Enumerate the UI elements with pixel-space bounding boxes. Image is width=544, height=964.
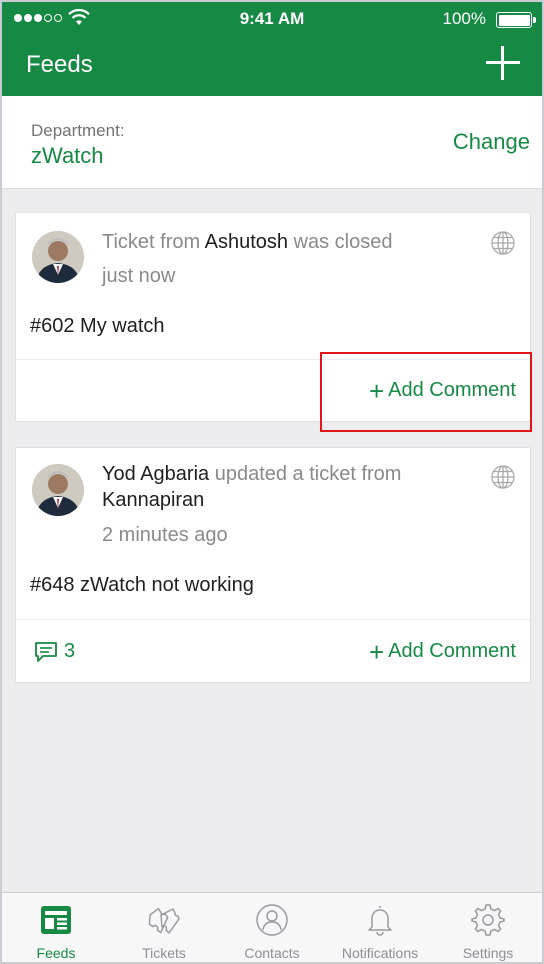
feed-target[interactable]: Kannapiran <box>102 489 204 511</box>
comment-count: 3 <box>64 640 76 662</box>
department-value: zWatch <box>31 143 104 168</box>
gear-icon <box>471 904 505 936</box>
feed-actor[interactable]: Yod Agbaria <box>102 463 209 485</box>
feed-activity-text: Ticket from Ashutosh was closed <box>102 231 393 253</box>
tab-bar: Feeds Tickets Contacts Notifications Set… <box>2 892 542 962</box>
battery-percent: 100% <box>442 9 486 28</box>
tickets-icon <box>148 907 180 934</box>
add-comment-button[interactable]: + Add Comment <box>368 636 516 667</box>
ticket-subject[interactable]: #648 zWatch not working <box>30 574 254 597</box>
app-screen: 9:41 AM 100% Feeds Department: zWatch Ch… <box>0 0 544 964</box>
avatar <box>32 231 84 283</box>
tab-label: Contacts <box>244 945 300 961</box>
page-title: Feeds <box>26 51 93 78</box>
globe-icon <box>491 231 515 255</box>
globe-icon <box>491 465 515 489</box>
tab-tickets[interactable]: Tickets <box>110 893 218 962</box>
comments-button[interactable]: 3 <box>34 640 75 663</box>
feed-card: Yod Agbaria updated a ticket from Kannap… <box>15 447 531 683</box>
tab-settings[interactable]: Settings <box>434 893 542 962</box>
add-button[interactable] <box>486 46 520 80</box>
contacts-icon <box>256 904 288 936</box>
tab-label: Settings <box>462 945 514 961</box>
highlight-box <box>320 352 532 432</box>
status-bar: 9:41 AM 100% <box>2 2 542 36</box>
ticket-subject[interactable]: #602 My watch <box>30 315 165 338</box>
feed-activity-text: Yod Agbaria updated a ticket from Kannap… <box>102 463 402 511</box>
card-divider <box>16 619 530 620</box>
feed-timestamp: just now <box>102 265 176 287</box>
change-department-button[interactable]: Change <box>453 129 530 155</box>
feed-timestamp: 2 minutes ago <box>102 524 228 546</box>
top-bar: 9:41 AM 100% Feeds <box>2 2 542 96</box>
department-label: Department: <box>31 121 125 140</box>
battery-icon <box>496 12 536 28</box>
comment-icon <box>35 641 57 662</box>
tab-label: Feeds <box>36 945 76 961</box>
tab-label: Notifications <box>341 945 419 961</box>
bell-icon <box>368 906 392 936</box>
feeds-icon <box>41 906 71 934</box>
department-panel: Department: zWatch Change <box>2 96 542 189</box>
tab-label: Tickets <box>142 945 186 961</box>
feed-actor[interactable]: Ashutosh <box>205 231 288 253</box>
tab-feeds[interactable]: Feeds <box>2 893 110 962</box>
tab-notifications[interactable]: Notifications <box>326 893 434 962</box>
plus-icon: + <box>368 636 385 667</box>
avatar <box>32 464 84 516</box>
tab-contacts[interactable]: Contacts <box>218 893 326 962</box>
